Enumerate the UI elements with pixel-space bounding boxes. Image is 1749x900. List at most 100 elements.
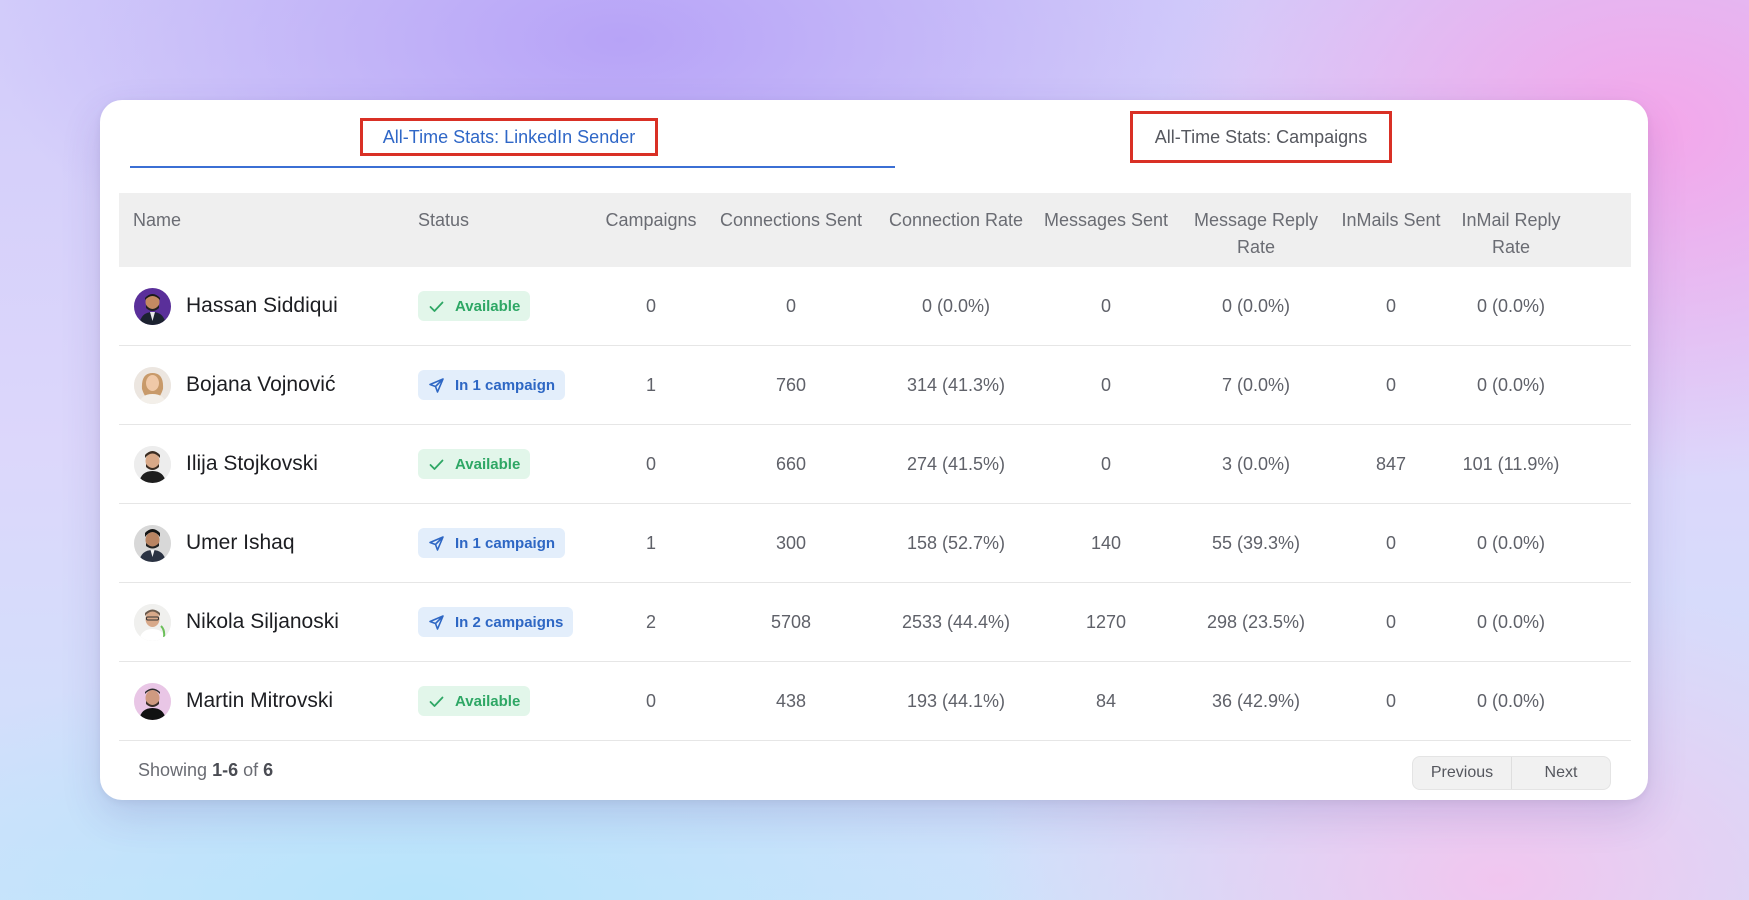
connections-sent-value: 0 xyxy=(785,295,796,316)
inmails-sent-value: 0 xyxy=(1385,374,1396,395)
inmails-sent-value: 847 xyxy=(1375,453,1407,474)
pagination-summary: Showing 1-6 of 6 xyxy=(138,760,273,781)
paper-plane-icon xyxy=(429,535,444,551)
showing-of: of xyxy=(243,760,259,780)
inmails-sent-value: 0 xyxy=(1385,532,1396,553)
inmails-sent-value: 0 xyxy=(1385,611,1396,632)
avatar xyxy=(134,682,171,720)
pagination-controls: Previous Next xyxy=(1412,756,1611,790)
showing-total: 6 xyxy=(263,760,274,780)
check-icon xyxy=(429,696,444,707)
name-cell: Hassan Siddiqui xyxy=(134,267,394,345)
avatar xyxy=(134,445,171,483)
person-name[interactable]: Umer Ishaq xyxy=(186,531,295,555)
header-message-reply-rate-line2: Rate xyxy=(1236,237,1276,257)
previous-button[interactable]: Previous xyxy=(1413,757,1511,789)
header-inmail-reply-rate-line2: Rate xyxy=(1491,237,1531,257)
messages-sent-value: 0 xyxy=(1100,453,1111,474)
connections-sent-value: 5708 xyxy=(770,611,812,632)
message-reply-rate-value: 3 (0.0%) xyxy=(1221,453,1291,474)
inmail-reply-rate-value: 101 (11.9%) xyxy=(1462,453,1560,474)
stats-card: All-Time Stats: LinkedIn Sender All-Time… xyxy=(100,100,1648,800)
header-inmail-reply-rate-line1: InMail Reply xyxy=(1461,210,1561,230)
header-inmails-sent[interactable]: InMails Sent xyxy=(1326,207,1456,234)
connection-rate-value: 193 (44.1%) xyxy=(906,690,1006,711)
connection-rate-value: 274 (41.5%) xyxy=(906,453,1006,474)
person-name[interactable]: Martin Mitrovski xyxy=(186,689,333,713)
name-cell: Ilija Stojkovski xyxy=(134,425,394,503)
sender-stats-table: Name Status Campaigns Connections Sent C… xyxy=(119,193,1631,741)
messages-sent-value: 0 xyxy=(1100,374,1111,395)
showing-range: 1-6 xyxy=(212,760,239,780)
inmail-reply-rate-value: 0 (0.0%) xyxy=(1476,374,1546,395)
avatar xyxy=(134,603,171,641)
connections-sent-value: 660 xyxy=(775,453,807,474)
inmail-reply-rate-value: 0 (0.0%) xyxy=(1476,611,1546,632)
check-icon xyxy=(429,301,444,312)
message-reply-rate-value: 55 (39.3%) xyxy=(1211,532,1301,553)
messages-sent-value: 0 xyxy=(1100,295,1111,316)
table-row[interactable]: Bojana Vojnović In 1 campaign 1 760 314 … xyxy=(119,346,1631,425)
message-reply-rate-value: 298 (23.5%) xyxy=(1206,611,1306,632)
connections-sent-value: 300 xyxy=(775,532,807,553)
connections-sent-value: 760 xyxy=(775,374,807,395)
header-inmail-reply-rate[interactable]: InMail Reply Rate xyxy=(1446,207,1576,261)
name-cell: Bojana Vojnović xyxy=(134,346,394,424)
avatar xyxy=(134,366,171,404)
avatar xyxy=(134,524,171,562)
showing-prefix: Showing xyxy=(138,760,208,780)
status-badge: Available xyxy=(418,449,531,479)
next-button[interactable]: Next xyxy=(1511,757,1610,789)
person-name[interactable]: Ilija Stojkovski xyxy=(186,452,318,476)
tab-linkedin-sender-label[interactable]: All-Time Stats: LinkedIn Sender xyxy=(360,118,658,156)
status-label: Available xyxy=(455,297,521,315)
tab-bar: All-Time Stats: LinkedIn Sender All-Time… xyxy=(100,100,1648,170)
status-label: Available xyxy=(455,692,521,710)
messages-sent-value: 1270 xyxy=(1085,611,1127,632)
paper-plane-icon xyxy=(429,377,444,393)
table-header: Name Status Campaigns Connections Sent C… xyxy=(119,193,1631,267)
header-message-reply-rate-line1: Message Reply xyxy=(1193,210,1319,230)
message-reply-rate-value: 7 (0.0%) xyxy=(1221,374,1291,395)
header-connection-rate[interactable]: Connection Rate xyxy=(876,207,1036,234)
table-row[interactable]: Nikola Siljanoski In 2 campaigns 2 5708 … xyxy=(119,583,1631,662)
status-label: Available xyxy=(455,455,521,473)
connection-rate-value: 158 (52.7%) xyxy=(906,532,1006,553)
header-message-reply-rate[interactable]: Message Reply Rate xyxy=(1181,207,1331,261)
inmail-reply-rate-value: 0 (0.0%) xyxy=(1476,532,1546,553)
connection-rate-value: 2533 (44.4%) xyxy=(901,611,1011,632)
check-icon xyxy=(429,459,444,470)
connections-sent-value: 438 xyxy=(775,690,807,711)
message-reply-rate-value: 36 (42.9%) xyxy=(1211,690,1301,711)
name-cell: Nikola Siljanoski xyxy=(134,583,394,661)
avatar xyxy=(134,287,171,325)
inmail-reply-rate-value: 0 (0.0%) xyxy=(1476,690,1546,711)
inmails-sent-value: 0 xyxy=(1385,690,1396,711)
status-badge: Available xyxy=(418,291,531,321)
header-name[interactable]: Name xyxy=(133,207,181,234)
header-status[interactable]: Status xyxy=(418,207,469,234)
header-messages-sent[interactable]: Messages Sent xyxy=(1031,207,1181,234)
table-row[interactable]: Ilija Stojkovski Available 0 660 274 (41… xyxy=(119,425,1631,504)
name-cell: Martin Mitrovski xyxy=(134,662,394,740)
table-row[interactable]: Hassan Siddiqui Available 0 0 0 (0.0%) 0… xyxy=(119,267,1631,346)
tab-linkedin-sender[interactable]: All-Time Stats: LinkedIn Sender xyxy=(130,100,895,168)
person-name[interactable]: Nikola Siljanoski xyxy=(186,610,339,634)
message-reply-rate-value: 0 (0.0%) xyxy=(1221,295,1291,316)
name-cell: Umer Ishaq xyxy=(134,504,394,582)
table-row[interactable]: Martin Mitrovski Available 0 438 193 (44… xyxy=(119,662,1631,741)
messages-sent-value: 140 xyxy=(1090,532,1122,553)
table-row[interactable]: Umer Ishaq In 1 campaign 1 300 158 (52.7… xyxy=(119,504,1631,583)
paper-plane-icon xyxy=(429,614,444,630)
status-badge: Available xyxy=(418,686,531,716)
tab-campaigns[interactable]: All-Time Stats: Campaigns xyxy=(1130,111,1392,163)
connection-rate-value: 0 (0.0%) xyxy=(921,295,991,316)
header-connections-sent[interactable]: Connections Sent xyxy=(701,207,881,234)
connection-rate-value: 314 (41.3%) xyxy=(906,374,1006,395)
person-name[interactable]: Hassan Siddiqui xyxy=(186,294,338,318)
inmail-reply-rate-value: 0 (0.0%) xyxy=(1476,295,1546,316)
messages-sent-value: 84 xyxy=(1095,690,1117,711)
table-footer: Showing 1-6 of 6 Previous Next xyxy=(100,740,1648,800)
person-name[interactable]: Bojana Vojnović xyxy=(186,373,335,397)
inmails-sent-value: 0 xyxy=(1385,295,1396,316)
